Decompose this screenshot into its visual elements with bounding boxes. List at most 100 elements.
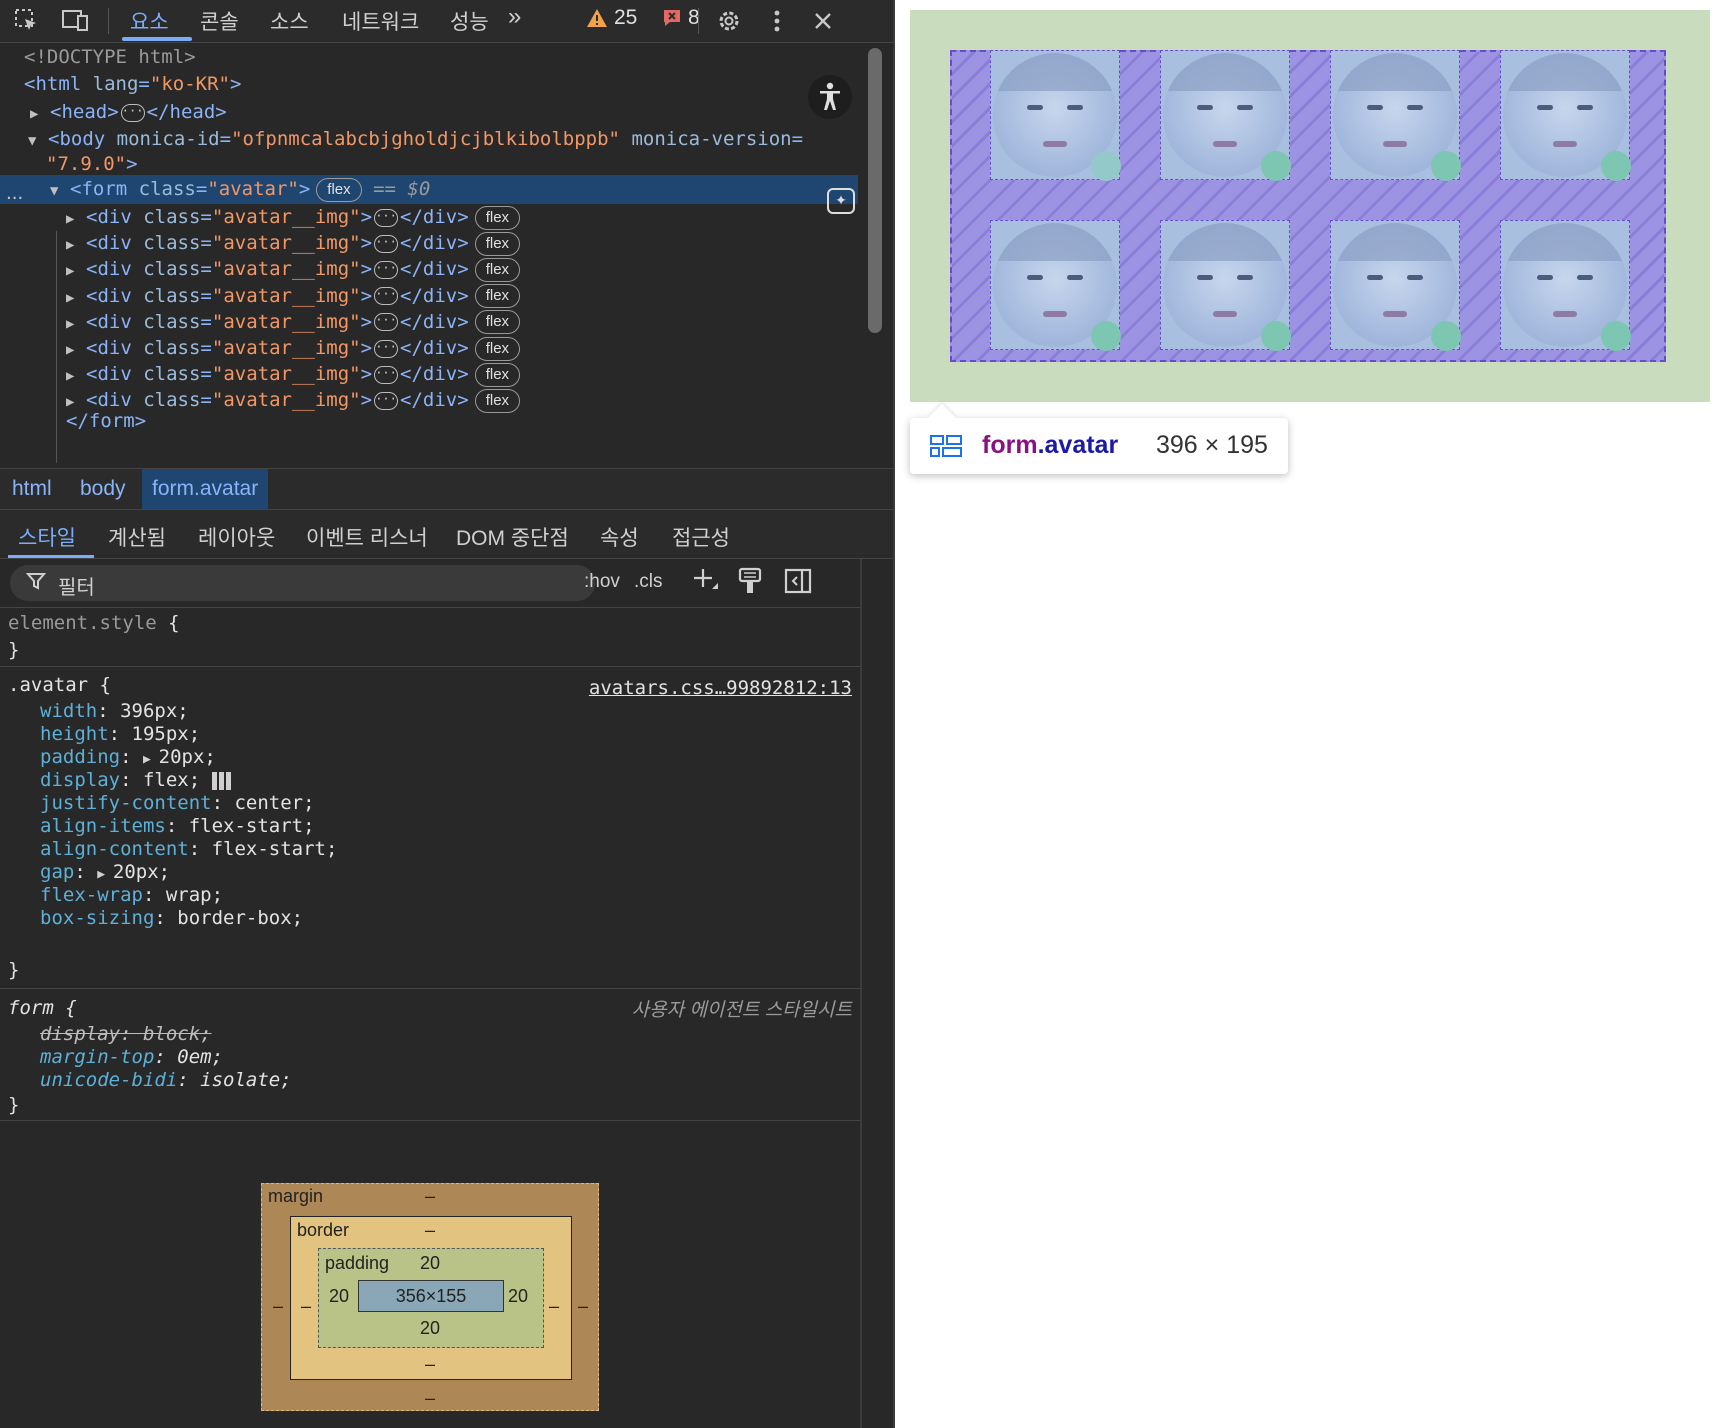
- ai-assistance-icon[interactable]: ✦: [827, 188, 855, 214]
- css-declaration[interactable]: display: flex;: [40, 768, 337, 791]
- flex-badge[interactable]: flex: [474, 362, 521, 387]
- padding-right-value[interactable]: 20: [508, 1286, 528, 1307]
- tab-sources[interactable]: 소스: [270, 6, 309, 36]
- css-declaration[interactable]: flex-wrap: wrap;: [40, 883, 337, 906]
- css-declaration[interactable]: align-content: flex-start;: [40, 837, 337, 860]
- device-toolbar-icon[interactable]: [58, 4, 92, 38]
- avatar-selector[interactable]: .avatar: [8, 674, 88, 696]
- dom-node-head[interactable]: ▶ <head> ··· </head>: [0, 98, 858, 127]
- tab-accessibility[interactable]: 접근성: [672, 522, 730, 552]
- border-top-value[interactable]: –: [425, 1220, 435, 1241]
- flexbox-editor-icon[interactable]: [211, 771, 232, 790]
- ellipsis-icon[interactable]: ···: [374, 260, 399, 279]
- filter-input[interactable]: 필터: [10, 565, 595, 601]
- breadcrumb-body[interactable]: body: [80, 477, 126, 501]
- settings-gear-icon[interactable]: [712, 4, 746, 38]
- accessibility-icon[interactable]: [808, 75, 852, 119]
- dom-node-avatar-img[interactable]: ▶ <div class="avatar__img"> ··· </div> flex: [0, 282, 858, 311]
- ellipsis-icon[interactable]: ···: [374, 208, 399, 227]
- expand-arrow-icon[interactable]: ▶: [143, 752, 159, 767]
- add-rule-icon[interactable]: [690, 565, 720, 601]
- margin-bottom-value[interactable]: –: [425, 1388, 435, 1409]
- css-declaration[interactable]: margin-top: 0em;: [40, 1045, 292, 1068]
- avatar-image[interactable]: [1160, 220, 1291, 351]
- css-declaration[interactable]: display: block;: [40, 1022, 292, 1045]
- toggle-sidebar-icon[interactable]: [784, 567, 812, 601]
- errors-counter[interactable]: 8: [662, 6, 700, 30]
- padding-left-value[interactable]: 20: [329, 1286, 349, 1307]
- css-declaration[interactable]: gap: ▶ 20px;: [40, 860, 337, 883]
- more-tabs-button[interactable]: »: [508, 3, 521, 31]
- avatar-stylesheet-link[interactable]: avatars.css…99892812:13: [589, 676, 852, 702]
- ellipsis-icon[interactable]: ···: [120, 103, 145, 122]
- tab-properties[interactable]: 속성: [600, 522, 639, 552]
- expand-arrow-icon[interactable]: ▶: [97, 867, 113, 882]
- avatar-image[interactable]: [1500, 220, 1631, 351]
- css-declaration[interactable]: box-sizing: border-box;: [40, 906, 337, 929]
- tab-layout[interactable]: 레이아웃: [198, 522, 275, 552]
- ellipsis-icon[interactable]: ···: [374, 365, 399, 384]
- margin-right-value[interactable]: –: [578, 1296, 588, 1317]
- tab-network[interactable]: 네트워크: [342, 6, 419, 36]
- css-declaration[interactable]: width: 396px;: [40, 699, 337, 722]
- hov-button[interactable]: :hov: [584, 571, 620, 593]
- dom-node-form-close[interactable]: </form>: [0, 407, 858, 436]
- flex-badge[interactable]: flex: [474, 205, 521, 230]
- dom-node-avatar-img[interactable]: ▶ <div class="avatar__img"> ··· </div> flex: [0, 308, 858, 337]
- tab-elements[interactable]: 요소: [130, 6, 169, 36]
- avatar-image[interactable]: [1330, 50, 1461, 181]
- dom-node-avatar-img[interactable]: ▶ <div class="avatar__img"> ··· </div> flex: [0, 334, 858, 363]
- inspect-element-icon[interactable]: [10, 4, 44, 38]
- margin-top-value[interactable]: –: [425, 1186, 435, 1207]
- tab-computed[interactable]: 계산됨: [108, 522, 166, 552]
- rule-avatar[interactable]: .avatar { avatars.css…99892812:13 width:…: [0, 668, 860, 989]
- node-actions-icon[interactable]: ···: [6, 188, 23, 209]
- flex-badge[interactable]: flex: [474, 310, 521, 335]
- dom-node-avatar-img[interactable]: ▶ <div class="avatar__img"> ··· </div> flex: [0, 229, 858, 258]
- dom-node-avatar-img[interactable]: ▶ <div class="avatar__img"> ··· </div> flex: [0, 360, 858, 389]
- dom-node-form-selected[interactable]: ▼ <form class="avatar"> flex == $0: [0, 175, 858, 204]
- tab-console[interactable]: 콘솔: [200, 6, 239, 36]
- flex-badge[interactable]: flex: [474, 284, 521, 309]
- breadcrumb-form-avatar[interactable]: form.avatar: [142, 469, 269, 509]
- flex-badge[interactable]: flex: [316, 177, 362, 202]
- avatar-image[interactable]: [990, 220, 1121, 351]
- tab-event-listeners[interactable]: 이벤트 리스너: [306, 522, 428, 552]
- css-declaration[interactable]: height: 195px;: [40, 722, 337, 745]
- dom-node-doctype[interactable]: <!DOCTYPE html>: [0, 43, 858, 72]
- flex-badge[interactable]: flex: [474, 231, 521, 256]
- ellipsis-icon[interactable]: ···: [374, 339, 399, 358]
- avatar-image[interactable]: [990, 50, 1121, 181]
- css-declaration[interactable]: padding: ▶ 20px;: [40, 745, 337, 768]
- close-icon[interactable]: [806, 4, 840, 38]
- css-declaration[interactable]: align-items: flex-start;: [40, 814, 337, 837]
- tab-performance[interactable]: 성능: [450, 6, 489, 36]
- ellipsis-icon[interactable]: ···: [374, 313, 399, 332]
- padding-bottom-value[interactable]: 20: [420, 1318, 440, 1339]
- dom-node-html[interactable]: <html lang="ko-KR">: [0, 70, 858, 99]
- dom-node-avatar-img[interactable]: ▶ <div class="avatar__img"> ··· </div> flex: [0, 255, 858, 284]
- paint-brush-icon[interactable]: [738, 567, 762, 601]
- avatar-image[interactable]: [1330, 220, 1461, 351]
- margin-left-value[interactable]: –: [273, 1296, 283, 1317]
- ellipsis-icon[interactable]: ···: [374, 234, 399, 253]
- padding-top-value[interactable]: 20: [420, 1253, 440, 1274]
- rule-form-ua[interactable]: form { 사용자 에이전트 스타일시트 display: block; mar…: [0, 990, 860, 1121]
- ellipsis-icon[interactable]: ···: [374, 287, 399, 306]
- box-model-content[interactable]: 356×155: [358, 1280, 504, 1312]
- dom-scrollbar[interactable]: [868, 48, 882, 333]
- avatar-image[interactable]: [1160, 50, 1291, 181]
- tab-styles[interactable]: 스타일: [18, 522, 76, 552]
- tab-dom-breakpoints[interactable]: DOM 중단점: [456, 522, 569, 552]
- more-options-icon[interactable]: [760, 4, 794, 38]
- rule-element-style[interactable]: element.style { }: [0, 608, 860, 667]
- border-left-value[interactable]: –: [301, 1296, 311, 1317]
- flex-badge[interactable]: flex: [474, 336, 521, 361]
- border-bottom-value[interactable]: –: [425, 1354, 435, 1375]
- avatar-image[interactable]: [1500, 50, 1631, 181]
- css-declaration[interactable]: justify-content: center;: [40, 791, 337, 814]
- flex-badge[interactable]: flex: [474, 257, 521, 282]
- dom-node-avatar-img[interactable]: ▶ <div class="avatar__img"> ··· </div> flex: [0, 203, 858, 232]
- css-declaration[interactable]: unicode-bidi: isolate;: [40, 1068, 292, 1091]
- border-right-value[interactable]: –: [549, 1296, 559, 1317]
